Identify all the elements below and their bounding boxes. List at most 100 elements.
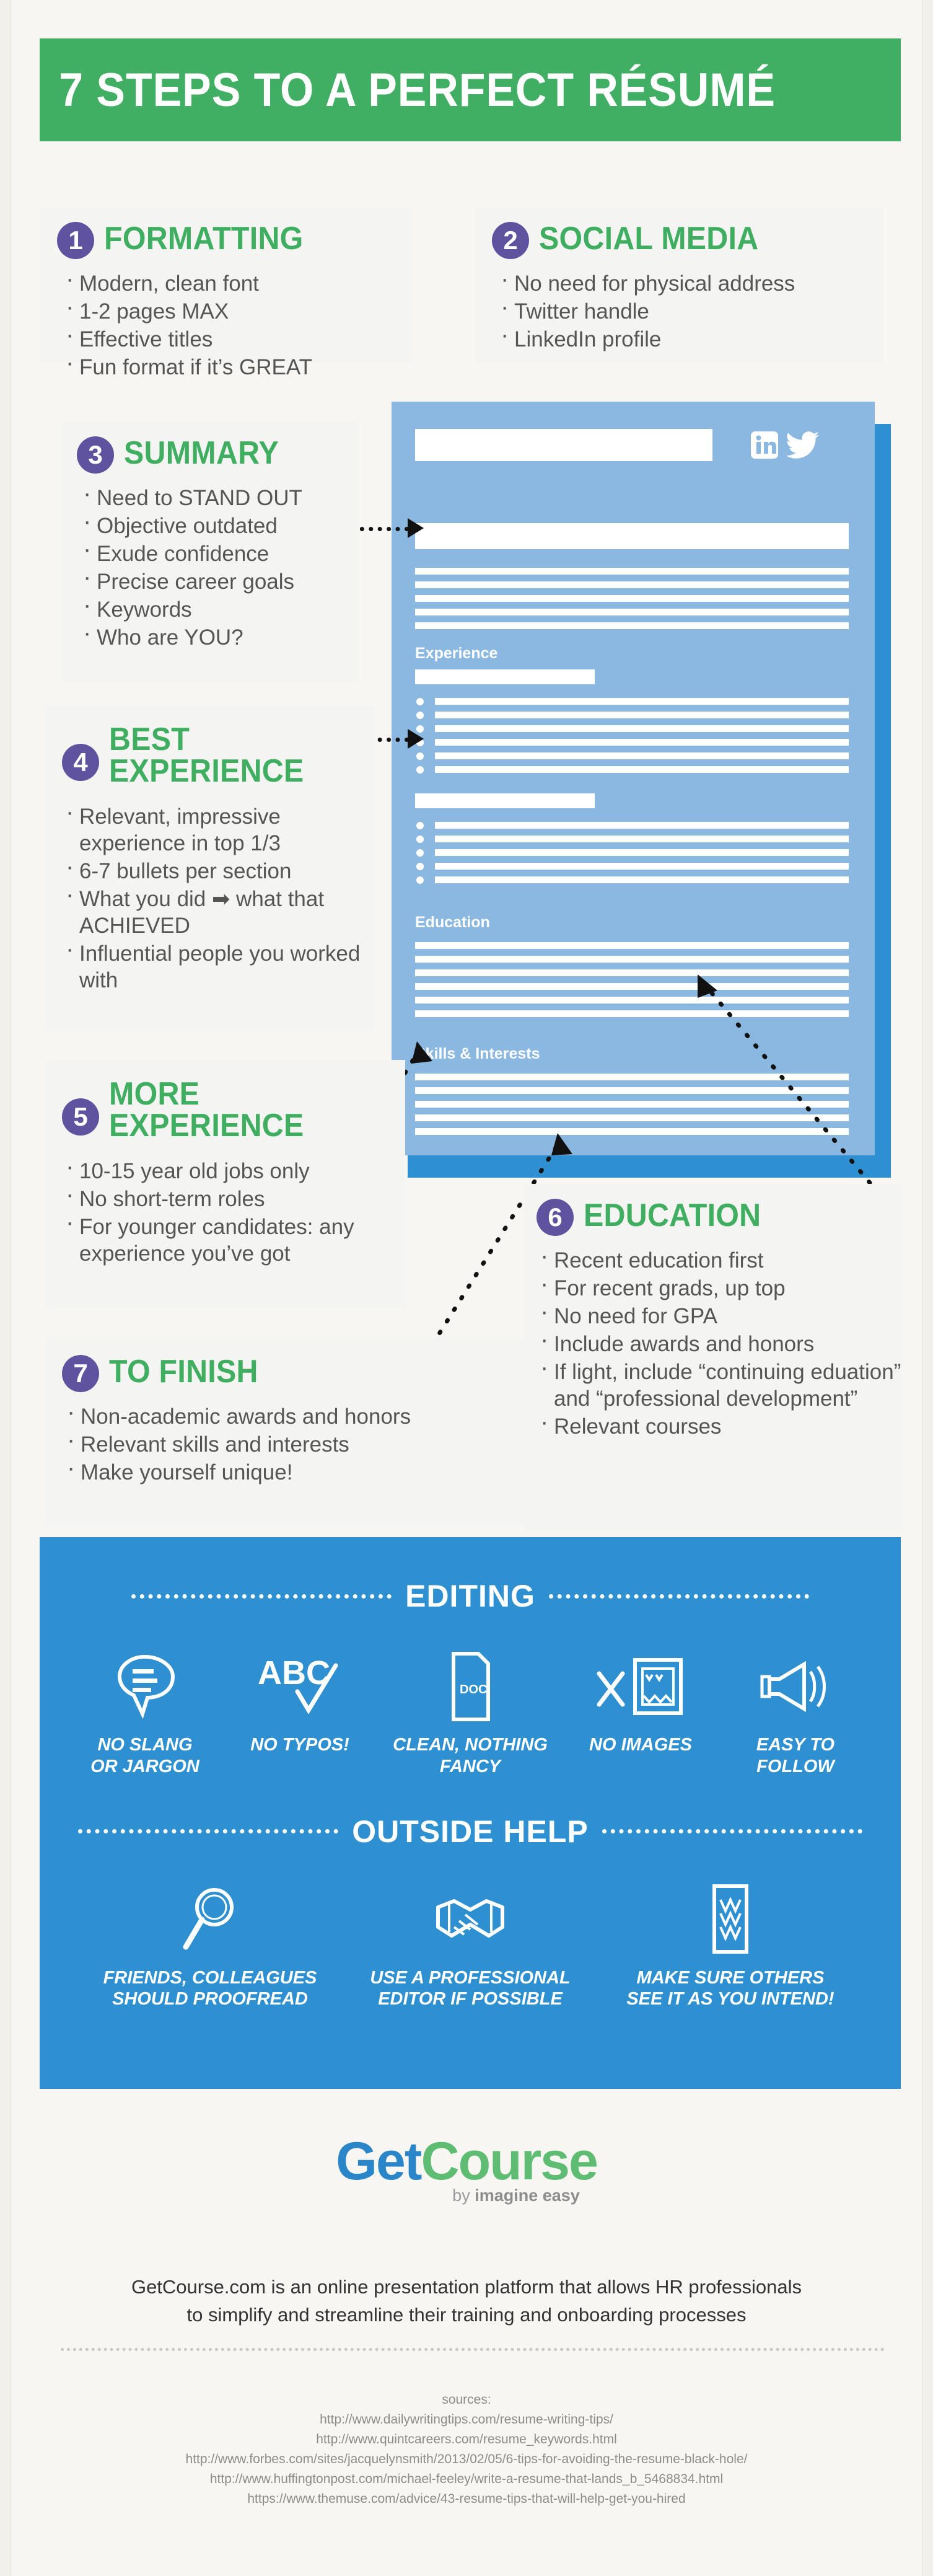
no-image-icon — [563, 1646, 718, 1727]
step-title-7: TO FINISH — [109, 1354, 258, 1390]
outside-help-item-proofread: FRIENDS, COLLEAGUES SHOULD PROOFREAD — [80, 1879, 340, 2011]
outside-help-caption: USE A PROFESSIONAL EDITOR IF POSSIBLE — [370, 1967, 571, 2009]
bullet: Influential people you worked with — [63, 937, 374, 994]
sources-label: sources: — [442, 2393, 491, 2407]
step-card-2: 2 SOCIAL MEDIA No need for physical addr… — [475, 208, 883, 363]
handshake-icon — [340, 1879, 600, 1960]
bullet: For younger candidates: any experience y… — [63, 1210, 405, 1267]
source-link[interactable]: http://www.dailywritingtips.com/resume-w… — [11, 2410, 922, 2430]
bullet: Exude confidence — [81, 537, 358, 567]
bullet: Relevant, impressive experience in top 1… — [63, 800, 374, 857]
divider-left — [78, 1829, 339, 1834]
twitter-icon — [786, 430, 820, 463]
megaphone-icon — [718, 1646, 873, 1727]
step-card-4: 4 BEST EXPERIENCE Relevant, impressive e… — [46, 707, 374, 1029]
logo-by-brand: imagine easy — [475, 2186, 580, 2205]
step-number-7: 7 — [62, 1355, 99, 1392]
step-number-1: 1 — [57, 222, 94, 259]
bullet: 10-15 year old jobs only — [63, 1154, 405, 1184]
resume-name-bar — [415, 429, 712, 461]
linkedin-icon — [750, 430, 779, 463]
editing-item-easy-to-follow: EASY TO FOLLOW — [718, 1646, 873, 1778]
resume-section-experience: Experience — [415, 645, 498, 662]
editing-heading: EDITING — [405, 1579, 535, 1613]
outside-help-heading-row: OUTSIDE HELP — [76, 1814, 865, 1850]
resume-line — [415, 568, 849, 575]
resume-subheading-bar — [415, 793, 595, 808]
svg-text:ABC: ABC — [258, 1654, 330, 1692]
source-link[interactable]: http://www.forbes.com/sites/jacquelynsmi… — [11, 2450, 922, 2469]
bullet: Fun format if it’s GREAT — [63, 350, 411, 381]
bullet: LinkedIn profile — [498, 322, 883, 353]
step-bullets-3: Need to STAND OUT Objective outdated Exu… — [77, 481, 358, 651]
svg-text:DOC: DOC — [460, 1683, 487, 1696]
bullet: If light, include “continuing eduation” … — [538, 1355, 902, 1412]
divider-left — [131, 1594, 392, 1599]
resume-line — [415, 595, 849, 602]
resume-line — [415, 622, 849, 629]
editing-caption: NO TYPOS! — [250, 1735, 349, 1755]
step-title-2: SOCIAL MEDIA — [539, 221, 759, 257]
bullet: Objective outdated — [81, 509, 358, 539]
step-title-4: BEST EXPERIENCE — [109, 721, 304, 789]
step-title-6: EDUCATION — [584, 1198, 761, 1233]
bullet: Modern, clean font — [63, 267, 411, 297]
magnifier-icon — [80, 1879, 340, 1960]
bullet: Precise career goals — [81, 565, 358, 595]
sources-block: sources: http://www.dailywritingtips.com… — [11, 2390, 922, 2508]
bullet: Keywords — [81, 593, 358, 623]
doc-icon: DOC — [377, 1646, 563, 1727]
resume-line — [415, 581, 849, 588]
step-bullets-4: Relevant, impressive experience in top 1… — [59, 800, 374, 994]
bullet: No need for physical address — [498, 267, 883, 297]
source-link[interactable]: https://www.themuse.com/advice/43-resume… — [11, 2489, 922, 2509]
resume-summary-heading-bar — [415, 523, 849, 549]
logo-byline: by imagine easy — [11, 2186, 922, 2205]
logo-get: Get — [336, 2132, 422, 2191]
bullet: What you did ➡ what that ACHIEVED — [63, 882, 374, 939]
step-card-6: 6 EDUCATION Recent education first For r… — [524, 1184, 902, 1531]
infographic-page: 7 STEPS TO A PERFECT RÉSUMÉ Experience E… — [11, 0, 922, 2576]
bullet: Recent education first — [538, 1243, 902, 1274]
logo-course: Course — [421, 2132, 598, 2191]
divider-right — [602, 1829, 862, 1834]
editing-item-no-images: NO IMAGES — [563, 1646, 718, 1756]
step-bullets-2: No need for physical address Twitter han… — [494, 267, 883, 353]
bullet: For recent grads, up top — [538, 1271, 902, 1302]
bullet: No short-term roles — [63, 1182, 405, 1212]
step-card-5: 5 MORE EXPERIENCE 10-15 year old jobs on… — [46, 1060, 405, 1308]
step-number-4: 4 — [62, 744, 99, 781]
editing-item-clean-doc: DOC CLEAN, NOTHING FANCY — [377, 1646, 563, 1778]
outside-help-caption: MAKE SURE OTHERS SEE IT AS YOU INTEND! — [626, 1967, 834, 2009]
step-number-3: 3 — [77, 436, 114, 474]
resume-line — [415, 609, 849, 615]
step-title-5: MORE EXPERIENCE — [109, 1076, 304, 1144]
step-title-3: SUMMARY — [124, 435, 279, 471]
source-link[interactable]: http://www.quintcareers.com/resume_keywo… — [11, 2430, 922, 2450]
step-title-1: FORMATTING — [104, 221, 304, 257]
editing-item-no-typos: ABC NO TYPOS! — [222, 1646, 377, 1756]
step-card-7: 7 TO FINISH Non-academic awards and hono… — [46, 1339, 535, 1525]
outside-help-icon-row: FRIENDS, COLLEAGUES SHOULD PROOFREAD USE… — [40, 1879, 901, 2011]
bullet: Twitter handle — [498, 294, 883, 325]
outside-help-heading: OUTSIDE HELP — [352, 1814, 589, 1849]
step-bullets-1: Modern, clean font 1-2 pages MAX Effecti… — [59, 267, 411, 381]
speech-bubble-icon — [68, 1646, 222, 1727]
bullet: Non-academic awards and honors — [64, 1400, 535, 1430]
bullet: Effective titles — [63, 322, 411, 353]
step-card-3: 3 SUMMARY Need to STAND OUT Objective ou… — [61, 421, 358, 682]
source-link[interactable]: http://www.huffingtonpost.com/michael-fe… — [11, 2469, 922, 2489]
editing-caption: NO IMAGES — [589, 1735, 692, 1755]
footer-divider — [61, 2348, 885, 2351]
getcourse-logo: GetCourse by imagine easy — [11, 2131, 922, 2205]
bullet: Who are YOU? — [81, 620, 358, 651]
abc-check-icon: ABC — [222, 1646, 377, 1727]
step-number-6: 6 — [537, 1199, 574, 1236]
header-banner: 7 STEPS TO A PERFECT RÉSUMÉ — [40, 38, 901, 141]
bullet: 6-7 bullets per section — [63, 854, 374, 884]
outside-help-caption: FRIENDS, COLLEAGUES SHOULD PROOFREAD — [103, 1967, 317, 2009]
step-bullets-7: Non-academic awards and honors Relevant … — [61, 1400, 535, 1486]
tagline: GetCourse.com is an online presentation … — [131, 2276, 802, 2326]
bullet: Make yourself unique! — [64, 1455, 535, 1486]
editing-item-no-slang: NO SLANG OR JARGON — [68, 1646, 222, 1778]
